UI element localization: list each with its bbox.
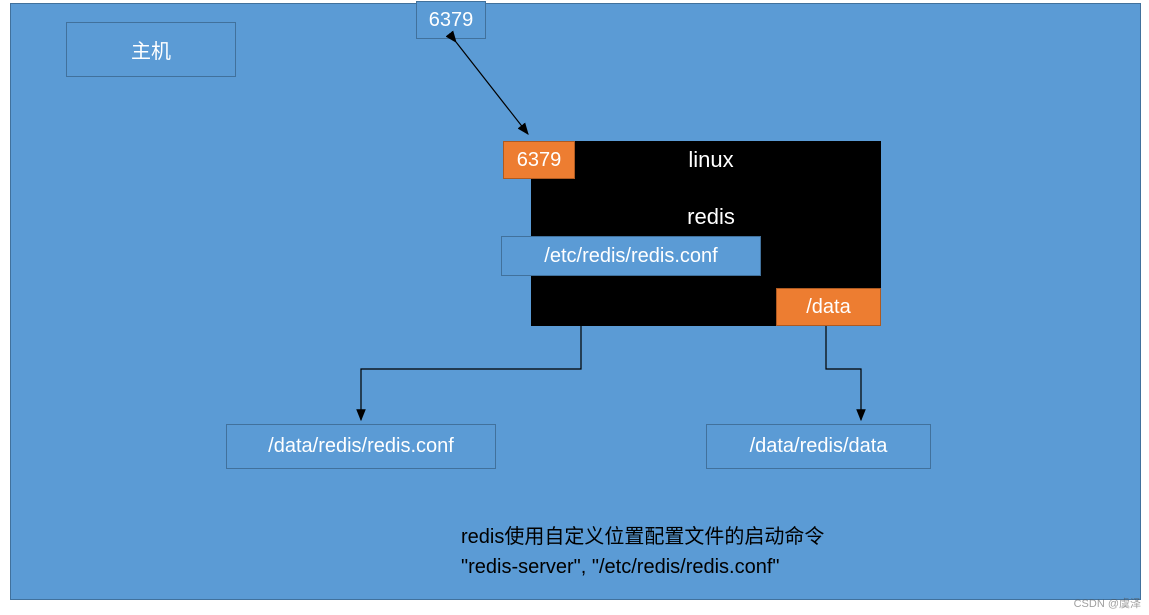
host-data-path-box: /data/redis/data <box>706 424 931 469</box>
container-conf-path: /etc/redis/redis.conf <box>544 245 717 268</box>
arrow-port-mapping <box>456 42 528 134</box>
caption-line-1: redis使用自定义位置配置文件的启动命令 <box>461 522 1021 552</box>
container-port-label: 6379 <box>517 149 562 172</box>
container-port-box: 6379 <box>503 141 575 179</box>
caption-line-2: "redis-server", "/etc/redis/redis.conf" <box>461 552 1021 582</box>
container-data-path: /data <box>806 296 850 319</box>
caption-block: redis使用自定义位置配置文件的启动命令 "redis-server", "/… <box>461 522 1021 582</box>
container-conf-path-box: /etc/redis/redis.conf <box>501 236 761 276</box>
container-data-path-box: /data <box>776 288 881 326</box>
host-conf-path-box: /data/redis/redis.conf <box>226 424 496 469</box>
host-port-box: 6379 <box>416 1 486 39</box>
arrow-data-mount <box>826 326 861 420</box>
diagram-canvas: 主机 6379 6379 linux redis /etc/redis/redi… <box>10 3 1141 600</box>
host-port-label: 6379 <box>429 9 474 32</box>
host-data-path: /data/redis/data <box>750 435 888 458</box>
host-label: 主机 <box>131 35 171 64</box>
host-box: 主机 <box>66 22 236 77</box>
host-conf-path: /data/redis/redis.conf <box>268 435 454 458</box>
arrow-conf-mount <box>361 326 581 420</box>
watermark: CSDN @虞泽 <box>1074 595 1141 611</box>
container-app-label: redis <box>611 204 811 230</box>
container-os-label: linux <box>611 147 811 173</box>
